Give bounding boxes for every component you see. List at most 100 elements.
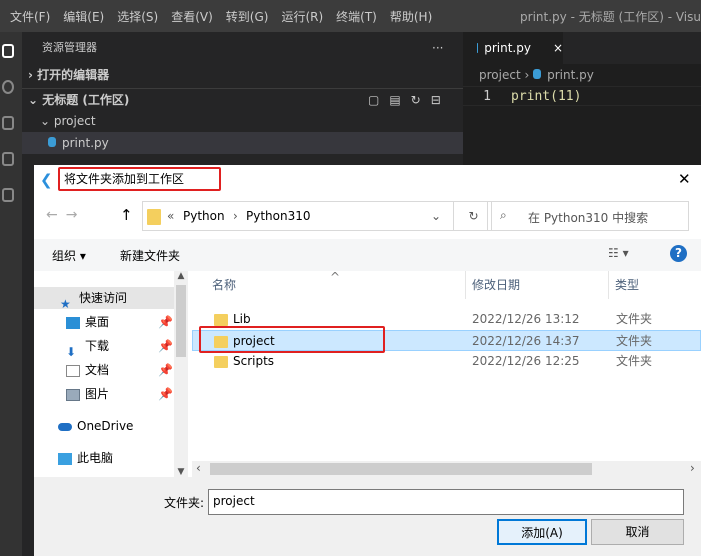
nav-label: OneDrive — [77, 419, 134, 433]
menu-go[interactable]: 转到(G) — [226, 8, 269, 25]
navigation-pane: ★ 快速访问 桌面 📌 ⬇ 下载 📌 文档 📌 图片 📌 OneDrive 此电脑 — [34, 271, 188, 477]
open-editors-section[interactable]: › 打开的编辑器 — [22, 64, 463, 86]
nav-label: 桌面 — [85, 315, 110, 329]
sort-ascending-icon: ^ — [330, 270, 341, 284]
search-icon[interactable] — [2, 80, 14, 94]
explorer-icon[interactable] — [2, 44, 14, 58]
column-type[interactable]: 类型 — [609, 271, 701, 299]
workspace-label: 无标题 (工作区) — [42, 93, 130, 107]
pin-icon[interactable]: 📌 — [158, 335, 173, 357]
window-title: print.py - 无标题 (工作区) - Visu — [520, 10, 701, 24]
dialog-titlebar: ❮ 将文件夹添加到工作区 ✕ — [34, 165, 701, 195]
menu-view[interactable]: 查看(V) — [171, 8, 213, 25]
file-type: 文件夹 — [616, 354, 653, 368]
column-date[interactable]: 修改日期 — [466, 271, 609, 299]
python-file-icon — [477, 43, 479, 53]
file-print-py[interactable]: print.py — [22, 132, 463, 154]
folder-name-input[interactable]: project — [208, 489, 684, 515]
search-input[interactable]: ⌕ 在 Python310 中搜索 — [487, 201, 689, 231]
explorer-title: 资源管理器 — [42, 41, 97, 54]
computer-icon — [58, 452, 72, 465]
organize-button[interactable]: 组织 ▾ — [52, 247, 86, 264]
menu-bar: 文件(F) 编辑(E) 选择(S) 查看(V) 转到(G) 运行(R) 终端(T… — [0, 0, 701, 32]
dialog-footer: 文件夹: project 添加(A) 取消 — [34, 477, 701, 556]
cancel-button[interactable]: 取消 — [591, 519, 684, 545]
nav-downloads[interactable]: ⬇ 下载 📌 — [34, 335, 174, 359]
line-number: 1 — [483, 89, 491, 104]
activity-bar — [0, 32, 22, 556]
nav-label: 图片 — [85, 387, 110, 401]
back-forward-icons[interactable]: ←→ — [46, 207, 85, 223]
chevron-down-icon[interactable]: ⌄ — [431, 209, 441, 223]
menu-file[interactable]: 文件(F) — [10, 8, 50, 25]
view-options-icon[interactable]: ☷ ▾ — [608, 246, 629, 260]
address-bar[interactable]: « Python › Python310 ⌄ ↻ — [142, 201, 492, 231]
file-date: 2022/12/26 13:12 — [472, 312, 580, 326]
folder-project[interactable]: ⌄ project — [22, 110, 463, 132]
document-icon — [66, 364, 80, 377]
download-icon: ⬇ — [66, 344, 77, 359]
menu-edit[interactable]: 编辑(E) — [63, 8, 104, 25]
new-file-folder-refresh-collapse-icons[interactable]: ▢▤↻⊟ — [368, 89, 451, 111]
folder-icon — [147, 209, 161, 225]
file-date: 2022/12/26 14:37 — [472, 334, 580, 348]
nav-this-pc[interactable]: 此电脑 — [34, 447, 174, 469]
close-icon[interactable]: ✕ — [678, 170, 691, 188]
file-name: Scripts — [233, 354, 275, 368]
file-row[interactable]: Scripts 2022/12/26 12:25 文件夹 — [192, 351, 701, 372]
pin-icon[interactable]: 📌 — [158, 311, 173, 333]
highlight-box — [199, 326, 385, 353]
horizontal-scrollbar[interactable]: ‹ › — [192, 461, 701, 477]
nav-desktop[interactable]: 桌面 📌 — [34, 311, 174, 333]
dialog-title: 将文件夹添加到工作区 — [58, 167, 221, 191]
tab-label: print.py — [484, 41, 531, 55]
desktop-icon — [66, 316, 80, 329]
vscode-logo-icon: ❮ — [40, 171, 53, 189]
up-arrow-icon[interactable]: ↑ — [120, 206, 133, 224]
file-type: 文件夹 — [616, 312, 653, 326]
pictures-icon — [66, 388, 80, 401]
close-tab-icon[interactable]: × — [553, 41, 563, 55]
python-file-icon — [48, 137, 56, 147]
workspace-section[interactable]: ⌄ 无标题 (工作区) ▢▤↻⊟ — [22, 88, 463, 110]
file-row-selected[interactable]: project 2022/12/26 14:37 文件夹 — [192, 326, 701, 353]
nav-scrollbar[interactable]: ▲ ▼ — [174, 271, 188, 477]
nav-label: 快速访问 — [79, 291, 128, 305]
menu-terminal[interactable]: 终端(T) — [336, 8, 377, 25]
extensions-icon[interactable] — [2, 188, 14, 202]
pin-icon[interactable]: 📌 — [158, 383, 173, 405]
new-folder-button[interactable]: 新建文件夹 — [120, 247, 180, 264]
pin-icon[interactable]: 📌 — [158, 359, 173, 381]
nav-onedrive[interactable]: OneDrive — [34, 415, 174, 437]
breadcrumb-file[interactable]: print.py — [547, 68, 594, 82]
folder-icon — [214, 355, 228, 368]
search-placeholder: 在 Python310 中搜索 — [528, 211, 649, 225]
nav-documents[interactable]: 文档 📌 — [34, 359, 174, 381]
menu-run[interactable]: 运行(R) — [281, 8, 323, 25]
menu-selection[interactable]: 选择(S) — [117, 8, 158, 25]
code-line[interactable]: 1 print(11) — [463, 86, 701, 106]
path-segment-python310[interactable]: Python310 — [246, 209, 311, 223]
nav-quick-access[interactable]: ★ 快速访问 — [34, 287, 174, 311]
source-control-icon[interactable] — [2, 116, 14, 130]
python-file-icon — [533, 69, 542, 79]
path-segment-python[interactable]: Python — [183, 209, 225, 223]
file-label: print.py — [62, 136, 109, 150]
run-debug-icon[interactable] — [2, 152, 14, 166]
nav-pictures[interactable]: 图片 📌 — [34, 383, 174, 405]
nav-label: 此电脑 — [77, 451, 114, 465]
code-text: print(11) — [511, 89, 582, 104]
column-name[interactable]: 名称 ^ — [192, 270, 466, 299]
breadcrumb-folder[interactable]: project — [479, 68, 521, 82]
path-overflow[interactable]: « — [167, 209, 174, 223]
breadcrumb: project › print.py — [479, 68, 594, 82]
help-icon[interactable]: ? — [670, 245, 687, 262]
star-icon: ★ — [60, 296, 71, 311]
column-label: 名称 — [212, 278, 237, 292]
file-type: 文件夹 — [616, 334, 653, 348]
menu-help[interactable]: 帮助(H) — [390, 8, 432, 25]
more-actions-icon[interactable]: ··· — [432, 37, 443, 59]
add-button[interactable]: 添加(A) — [497, 519, 587, 545]
tab-bar: print.py × — [463, 32, 701, 64]
tab-print-py[interactable]: print.py × — [463, 32, 563, 64]
